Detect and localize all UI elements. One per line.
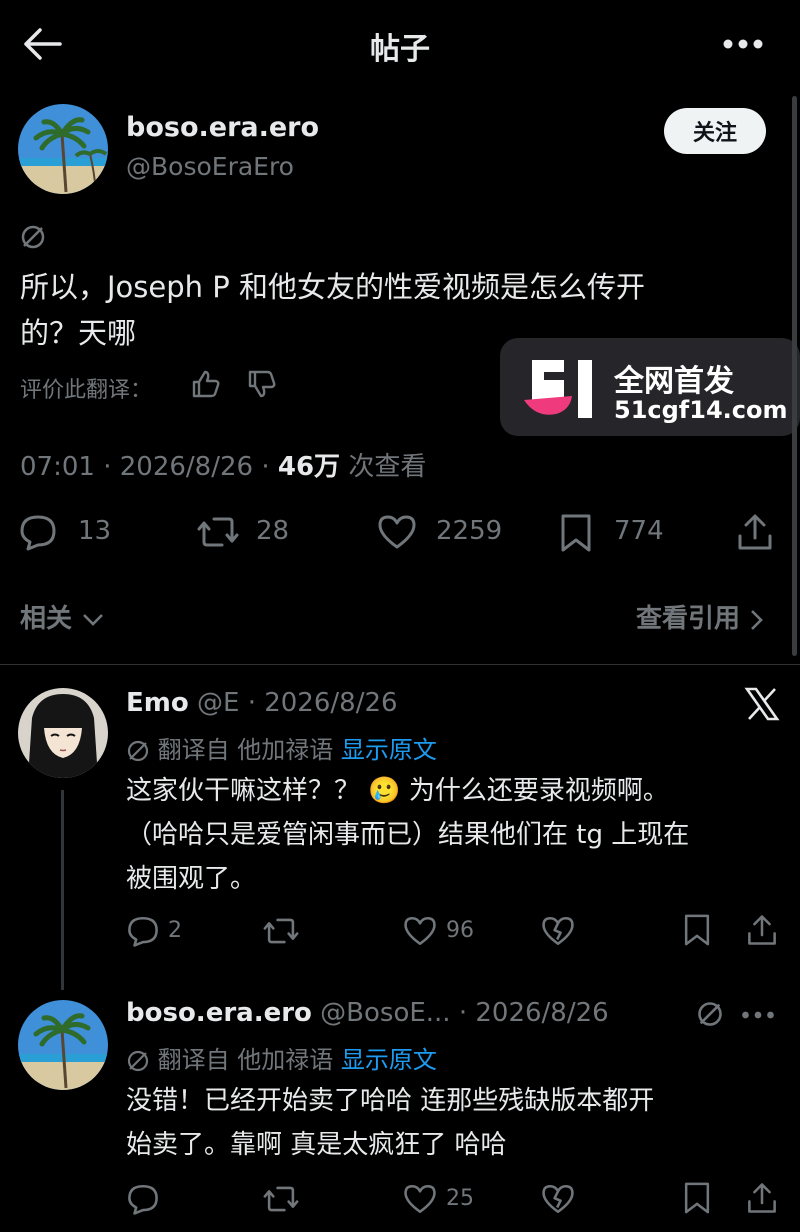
- follow-button[interactable]: 关注: [664, 108, 766, 154]
- repost-icon[interactable]: [196, 512, 240, 552]
- author-handle[interactable]: @BosoEraEro: [126, 152, 294, 181]
- translated-from-label: 翻译自 他加禄语: [157, 1046, 334, 1074]
- reply-author-name[interactable]: boso.era.ero: [126, 998, 312, 1028]
- like-count: 2259: [436, 516, 503, 546]
- rate-translation-label: 评价此翻译：: [20, 378, 153, 403]
- reply-header: Emo @E · 2026/8/26: [126, 688, 398, 718]
- reply-count: 13: [78, 516, 112, 546]
- chevron-down-icon: [81, 612, 105, 628]
- meta-separator: ·: [94, 452, 120, 482]
- reply-text-line-3: 被围观了。: [126, 864, 257, 894]
- post-time: 07:01: [20, 452, 95, 482]
- reply-date: 2026/8/26: [264, 688, 398, 718]
- translate-icon: [126, 1049, 150, 1073]
- watermark-url: 51cgf14.com: [614, 396, 788, 424]
- thread-line: [61, 790, 64, 990]
- bookmark-icon[interactable]: [558, 512, 594, 554]
- author-display-name[interactable]: boso.era.ero: [126, 112, 319, 143]
- translated-from-label: 翻译自 他加禄语: [157, 736, 334, 764]
- reply-text-line-1: 没错！已经开始卖了哈哈 连那些残缺版本都开: [126, 1086, 655, 1116]
- chevron-right-icon: [749, 608, 765, 632]
- share-icon[interactable]: [736, 512, 774, 552]
- meta-separator: ·: [253, 452, 278, 482]
- show-original-link[interactable]: 显示原文: [341, 1046, 437, 1074]
- related-toggle[interactable]: 相关: [20, 598, 105, 635]
- reply-icon[interactable]: [126, 914, 160, 948]
- meta-separator: ·: [458, 998, 476, 1028]
- reply-text-line-2: 始卖了。靠啊 真是太疯狂了 哈哈: [126, 1130, 507, 1160]
- translation-note: 翻译自 他加禄语 显示原文: [126, 1040, 437, 1075]
- scrollbar[interactable]: [792, 96, 797, 656]
- reply-author-name[interactable]: Emo: [126, 688, 189, 718]
- view-quotes-link[interactable]: 查看引用: [636, 598, 765, 635]
- more-options-icon[interactable]: [740, 1010, 776, 1020]
- repost-count: 28: [256, 516, 290, 546]
- reply-avatar[interactable]: [18, 1000, 108, 1090]
- reply-icon[interactable]: [126, 1182, 160, 1216]
- share-icon[interactable]: [746, 1180, 778, 1216]
- reply-count: 2: [168, 918, 182, 943]
- x-logo-icon[interactable]: [744, 686, 780, 722]
- page-title: 帖子: [370, 32, 430, 67]
- post-meta: 07:01 · 2026/8/26 · 46万 次查看: [20, 446, 426, 483]
- like-icon[interactable]: [402, 1182, 438, 1216]
- section-divider: [0, 664, 800, 665]
- watermark-banner: 全网首发 51cgf14.com: [500, 338, 800, 436]
- post-date: 2026/8/26: [119, 452, 254, 482]
- bookmark-icon[interactable]: [682, 912, 712, 948]
- top-bar: 帖子: [0, 0, 800, 90]
- like-count: 96: [446, 918, 474, 943]
- show-original-link[interactable]: 显示原文: [341, 736, 437, 764]
- reply-text-line-2: （哈哈只是爱管闲事而已）结果他们在 tg 上现在: [126, 820, 690, 850]
- views-label: 次查看: [348, 452, 427, 482]
- reply-author-handle[interactable]: @BosoE...: [320, 998, 450, 1028]
- reply-date: 2026/8/26: [475, 998, 609, 1028]
- reply-text-line-1: 这家伙干嘛这样？？ 🥲 为什么还要录视频啊。: [126, 776, 669, 806]
- translate-icon: [696, 1000, 724, 1028]
- author-avatar[interactable]: [18, 104, 108, 194]
- reply-author-handle[interactable]: @E: [197, 688, 239, 718]
- views-count[interactable]: 46万: [278, 452, 340, 482]
- related-label: 相关: [20, 604, 73, 634]
- thumbs-up-icon[interactable]: [190, 368, 222, 400]
- reply-header: boso.era.ero @BosoE... · 2026/8/26: [126, 998, 609, 1028]
- watermark-title: 全网首发: [614, 364, 734, 399]
- like-icon[interactable]: [376, 512, 418, 552]
- translation-note: 翻译自 他加禄语 显示原文: [126, 730, 437, 765]
- like-count: 25: [446, 1186, 474, 1211]
- reply-icon[interactable]: [18, 512, 58, 552]
- broken-heart-icon[interactable]: [540, 914, 576, 948]
- post-text-line-2: 的？天哪: [20, 316, 137, 350]
- repost-icon[interactable]: [262, 914, 300, 948]
- share-icon[interactable]: [746, 912, 778, 948]
- translate-icon: [126, 739, 150, 763]
- broken-heart-icon[interactable]: [540, 1182, 576, 1216]
- bookmark-count: 774: [614, 516, 664, 546]
- reply-avatar[interactable]: [18, 688, 108, 778]
- bookmark-icon[interactable]: [682, 1180, 712, 1216]
- view-quotes-label: 查看引用: [636, 604, 741, 634]
- back-arrow-icon[interactable]: [22, 26, 62, 62]
- post-text-line-1: 所以，Joseph P 和他女友的性爱视频是怎么传开: [20, 270, 645, 304]
- more-options-icon[interactable]: [722, 38, 764, 50]
- like-icon[interactable]: [402, 914, 438, 948]
- thumbs-down-icon[interactable]: [246, 368, 278, 400]
- watermark-logo: [522, 356, 604, 426]
- translate-icon: [20, 224, 46, 250]
- repost-icon[interactable]: [262, 1182, 300, 1216]
- meta-separator: ·: [247, 688, 265, 718]
